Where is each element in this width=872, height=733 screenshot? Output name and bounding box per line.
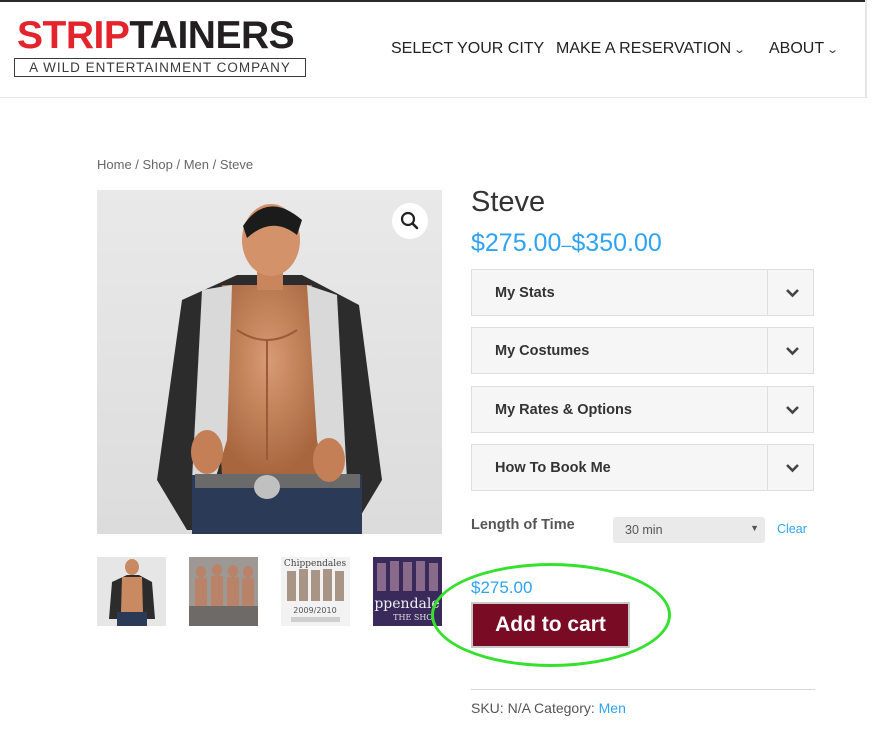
breadcrumb[interactable]: Home / Shop / Men / Steve: [97, 157, 253, 172]
select-value: 30 min: [625, 523, 663, 537]
show-subtitle-text: THE SHO: [393, 613, 433, 622]
product-main-image[interactable]: [97, 190, 442, 534]
thumbnail-3[interactable]: Chippendales 2009/2010: [281, 557, 350, 626]
nav-make-reservation[interactable]: MAKE A RESERVATION ⌄: [556, 40, 747, 58]
divider: [471, 689, 815, 690]
chevron-down-icon: ⌄: [733, 44, 747, 56]
nav-about[interactable]: ABOUT ⌄: [769, 40, 840, 58]
price-range: $275.00–$350.00: [471, 229, 662, 258]
photo-steve-icon: [97, 557, 166, 626]
chevron-down-icon: ⌄: [826, 44, 840, 56]
nav-label: SELECT YOUR CITY: [391, 40, 545, 57]
category-link[interactable]: Men: [599, 700, 626, 716]
site-header: STRIPTAINERS A WILD ENTERTAINMENT COMPAN…: [0, 2, 866, 98]
zoom-button[interactable]: [392, 203, 428, 239]
logo-text-strip: STRIP: [17, 14, 130, 57]
accordion-label: How To Book Me: [495, 460, 611, 476]
site-logo[interactable]: STRIPTAINERS: [17, 14, 295, 58]
chevron-down-icon: [786, 347, 799, 356]
product-meta: SKU: N/A Category: Men: [471, 700, 626, 716]
accordion-my-rates-options[interactable]: My Rates & Options: [471, 386, 814, 433]
thumbnail-1[interactable]: [97, 557, 166, 626]
price-max: $350.00: [571, 229, 662, 257]
poster-year-text: 2009/2010: [293, 606, 336, 615]
product-title: Steve: [471, 186, 546, 218]
divider: [767, 445, 768, 490]
caret-down-icon: ▼: [750, 523, 759, 533]
nav-label: ABOUT: [769, 40, 825, 57]
nav-select-city[interactable]: SELECT YOUR CITY: [391, 40, 544, 58]
accordion-my-stats[interactable]: My Stats: [471, 269, 814, 316]
thumbnail-2[interactable]: [189, 557, 258, 626]
accordion-label: My Costumes: [495, 343, 590, 359]
divider: [767, 328, 768, 373]
photo-poster-icon: Chippendales 2009/2010: [281, 557, 350, 626]
divider: [767, 270, 768, 315]
accordion-label: My Stats: [495, 285, 555, 301]
photo-group-icon: [189, 557, 258, 626]
logo-tagline: A WILD ENTERTAINMENT COMPANY: [14, 58, 306, 77]
logo-text-tainers: TAINERS: [129, 14, 295, 57]
clear-link[interactable]: Clear: [777, 522, 807, 536]
price-separator: –: [561, 235, 572, 255]
divider: [767, 387, 768, 432]
length-of-time-label: Length of Time: [471, 517, 575, 533]
sku-value: N/A: [507, 700, 531, 716]
category-label: Category:: [534, 700, 595, 716]
model-photo-icon: [157, 204, 382, 534]
accordion-my-costumes[interactable]: My Costumes: [471, 327, 814, 374]
chevron-down-icon: [786, 289, 799, 298]
length-of-time-select[interactable]: 30 min ▼: [613, 517, 765, 543]
nav-label: MAKE A RESERVATION: [556, 40, 732, 57]
price-min: $275.00: [471, 229, 562, 257]
highlight-circle: [431, 563, 671, 667]
chevron-down-icon: [786, 464, 799, 473]
accordion-how-to-book-me[interactable]: How To Book Me: [471, 444, 814, 491]
sku-label: SKU:: [471, 700, 504, 716]
poster-title-text: Chippendales: [284, 559, 347, 569]
search-icon: [400, 211, 419, 230]
accordion-label: My Rates & Options: [495, 402, 632, 418]
chevron-down-icon: [786, 406, 799, 415]
show-title-text: ppendale: [374, 596, 439, 612]
